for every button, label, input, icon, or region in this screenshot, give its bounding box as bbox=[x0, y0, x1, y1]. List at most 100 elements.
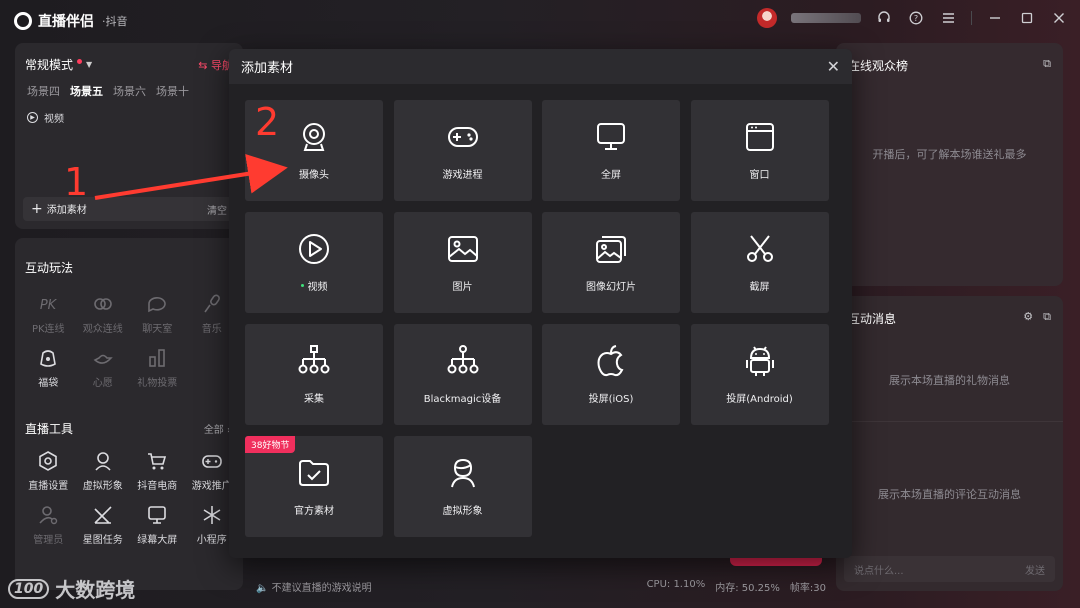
tile-game-process[interactable]: 游戏进程 bbox=[393, 100, 532, 201]
green-screen-button[interactable]: 绿幕大屏 bbox=[130, 504, 185, 546]
tile-blackmagic[interactable]: Blackmagic设备 bbox=[393, 324, 532, 425]
apple-icon bbox=[597, 345, 624, 377]
logo-ring-icon bbox=[14, 12, 32, 30]
comment-placeholder: 说点什么... bbox=[854, 565, 904, 577]
mode-label: 常规模式 bbox=[25, 58, 74, 72]
tile-android-cast[interactable]: 投屏(Android) bbox=[690, 324, 829, 425]
tile-fullscreen[interactable]: 全屏 bbox=[542, 100, 680, 201]
chatroom-button[interactable]: 聊天室 bbox=[130, 293, 185, 335]
tile-ios-cast[interactable]: 投屏(iOS) bbox=[542, 324, 680, 425]
comment-messages-empty: 展示本场直播的评论互动消息 bbox=[878, 488, 1021, 501]
headset-icon[interactable] bbox=[875, 9, 893, 27]
comment-input[interactable]: 说点什么... 发送 bbox=[844, 556, 1055, 582]
frame-rate: 帧率:30 bbox=[789, 582, 826, 594]
tile-capture[interactable]: 采集 bbox=[245, 324, 383, 425]
tab-scene-10[interactable]: 场景十 bbox=[156, 83, 189, 99]
settings-gear-icon[interactable]: ⚙ bbox=[1023, 310, 1033, 324]
game-tip-link[interactable]: 🔈 不建议直播的游戏说明 bbox=[256, 579, 372, 594]
audience-link-button[interactable]: 观众连线 bbox=[76, 293, 131, 335]
chevron-down-icon: ▼ bbox=[86, 60, 93, 69]
tab-scene-6[interactable]: 场景六 bbox=[113, 83, 146, 99]
svg-text:?: ? bbox=[914, 14, 918, 23]
hexagon-settings-icon bbox=[39, 451, 58, 471]
minimize-icon[interactable] bbox=[986, 9, 1004, 27]
link-icon bbox=[93, 298, 112, 310]
tab-scene-4[interactable]: 场景四 bbox=[27, 83, 60, 99]
task-icon bbox=[94, 506, 112, 524]
window-icon bbox=[745, 123, 774, 151]
promo-badge: 38好物节 bbox=[245, 436, 296, 453]
annotation-step-2: 2 bbox=[255, 100, 280, 144]
guide-link[interactable]: ⇆ 导航 bbox=[198, 57, 233, 73]
pk-button[interactable]: PK PK连线 bbox=[21, 293, 76, 335]
popout-icon[interactable]: ⧉ bbox=[1043, 57, 1051, 71]
svg-text:PK: PK bbox=[40, 298, 58, 313]
scene-panel: 常规模式 ▼ ⇆ 导航 场景四 场景五 场景六 场景十 ▶ 视频 + 添加素材 清… bbox=[15, 43, 243, 229]
tools-panel: 互动玩法 PK PK连线 观众连线 聊天室 音乐 福袋 心愿 礼物投票 直播工具… bbox=[15, 238, 243, 590]
tools-title: 直播工具 bbox=[25, 422, 74, 436]
audience-rank-empty: 开播后，可了解本场谁送礼最多 bbox=[872, 148, 1027, 161]
watermark: 100 大数跨境 bbox=[8, 574, 135, 603]
title-bar-controls: ? bbox=[757, 8, 1068, 28]
star-task-button[interactable]: 星图任务 bbox=[76, 504, 131, 546]
gamepad-icon bbox=[201, 455, 222, 468]
message-divider bbox=[836, 421, 1063, 422]
tile-video[interactable]: 视频 bbox=[245, 212, 383, 313]
gift-messages-empty: 展示本场直播的礼物消息 bbox=[889, 374, 1010, 387]
memory-usage: 内存: 50.25% bbox=[715, 582, 780, 594]
lucky-bag-button[interactable]: 福袋 bbox=[21, 347, 76, 389]
luckybag-icon bbox=[40, 350, 57, 367]
interactive-grid: PK PK连线 观众连线 聊天室 音乐 福袋 心愿 礼物投票 bbox=[21, 293, 239, 389]
live-settings-button[interactable]: 直播设置 bbox=[21, 450, 76, 492]
source-type-grid: 摄像头 游戏进程 全屏 窗口 视频 图片 图像幻灯片 截屏 采集 Blackma… bbox=[245, 100, 829, 537]
close-icon[interactable]: ✕ bbox=[827, 57, 840, 76]
help-icon[interactable]: ? bbox=[907, 9, 925, 27]
tile-slideshow[interactable]: 图像幻灯片 bbox=[542, 212, 680, 313]
tile-official-material[interactable]: 38好物节 官方素材 bbox=[245, 436, 383, 537]
title-bar: 直播伴侣 ·抖音 ? bbox=[0, 0, 1080, 40]
popout-icon[interactable]: ⧉ bbox=[1043, 310, 1051, 324]
play-circle-icon: ▶ bbox=[27, 112, 38, 123]
lamp-icon bbox=[93, 354, 113, 364]
title-bar-separator bbox=[971, 11, 972, 25]
plus-icon: + bbox=[31, 201, 43, 217]
close-window-icon[interactable] bbox=[1050, 9, 1068, 27]
tools-more-link[interactable]: 全部 › bbox=[204, 421, 231, 436]
interactive-title: 互动玩法 bbox=[25, 261, 74, 275]
ecommerce-button[interactable]: 抖音电商 bbox=[130, 450, 185, 492]
cart-icon bbox=[148, 453, 167, 470]
add-source-dialog: 添加素材 ✕ 摄像头 游戏进程 全屏 窗口 视频 图片 图像幻灯片 截屏 采集 … bbox=[229, 49, 852, 558]
send-button[interactable]: 发送 bbox=[1025, 562, 1045, 577]
chat-icon bbox=[148, 297, 167, 313]
virtual-avatar-button[interactable]: 虚拟形象 bbox=[76, 450, 131, 492]
performance-stats: CPU: 1.10% 内存: 50.25% 帧率:30 bbox=[647, 579, 826, 594]
slideshow-icon bbox=[596, 236, 626, 263]
message-panel-controls: ⚙ ⧉ bbox=[1023, 310, 1051, 324]
user-avatar[interactable] bbox=[757, 8, 777, 28]
mode-notice-dot bbox=[77, 59, 83, 64]
source-item-video[interactable]: ▶ 视频 bbox=[27, 110, 64, 125]
menu-icon[interactable] bbox=[939, 9, 957, 27]
tile-virtual-avatar[interactable]: 虚拟形象 bbox=[393, 436, 532, 537]
avatar-icon bbox=[95, 452, 111, 471]
tab-scene-5[interactable]: 场景五 bbox=[70, 83, 103, 99]
tile-screenshot[interactable]: 截屏 bbox=[690, 212, 829, 313]
play-icon bbox=[299, 234, 329, 264]
mic-icon bbox=[204, 294, 220, 313]
watermark-logo: 100 bbox=[8, 578, 50, 599]
scissors-icon bbox=[746, 235, 773, 262]
dialog-title: 添加素材 bbox=[241, 61, 294, 76]
scene-tabs: 场景四 场景五 场景六 场景十 bbox=[27, 83, 189, 99]
mode-selector[interactable]: 常规模式 ▼ bbox=[25, 56, 92, 73]
avatar-icon bbox=[450, 458, 475, 488]
clear-sources-button[interactable]: 清空 bbox=[207, 202, 227, 217]
tile-window[interactable]: 窗口 bbox=[690, 100, 829, 201]
maximize-icon[interactable] bbox=[1018, 9, 1036, 27]
app-window: 直播伴侣 ·抖音 ? 常规模式 ▼ ⇆ 导航 场景四 场景五 场景六 场景十 ▶… bbox=[0, 0, 1080, 608]
gift-vote-button[interactable]: 礼物投票 bbox=[130, 347, 185, 389]
wish-button[interactable]: 心愿 bbox=[76, 347, 131, 389]
tile-image[interactable]: 图片 bbox=[393, 212, 532, 313]
add-source-bar: + 添加素材 清空 bbox=[23, 197, 235, 221]
active-dot bbox=[300, 284, 304, 287]
admin-button[interactable]: 管理员 bbox=[21, 504, 76, 546]
